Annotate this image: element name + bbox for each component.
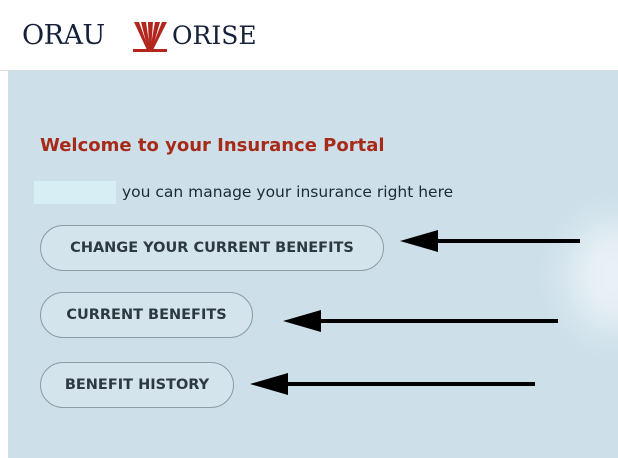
page-title: Welcome to your Insurance Portal xyxy=(40,135,385,156)
user-name-redacted xyxy=(34,181,116,204)
orau-logo[interactable]: ORAU xyxy=(22,20,105,51)
arrow-left-icon xyxy=(400,230,580,252)
arrow-left-icon xyxy=(283,310,558,332)
orise-sunburst-icon xyxy=(133,22,167,52)
arrow-left-icon xyxy=(250,373,535,395)
benefit-history-button[interactable]: BENEFIT HISTORY xyxy=(40,362,234,408)
welcome-subtitle: you can manage your insurance right here xyxy=(122,183,454,201)
site-header: ORAU ORISE xyxy=(0,0,618,71)
portal-panel: Welcome to your Insurance Portal you can… xyxy=(8,71,618,458)
change-benefits-button[interactable]: CHANGE YOUR CURRENT BENEFITS xyxy=(40,225,384,271)
current-benefits-button[interactable]: CURRENT BENEFITS xyxy=(40,292,253,338)
orise-logo-text: ORISE xyxy=(172,21,257,50)
